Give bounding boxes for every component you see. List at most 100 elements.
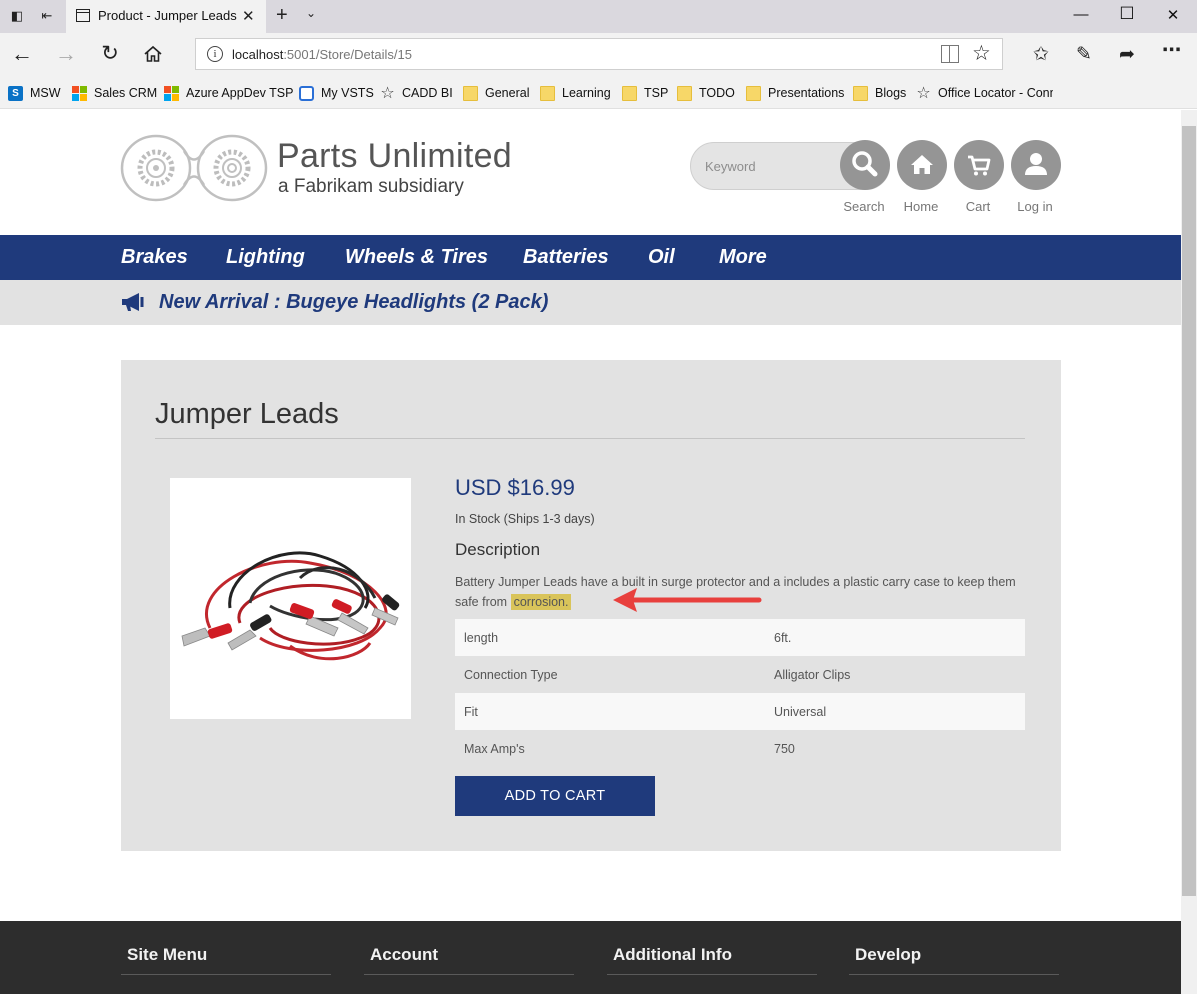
search-button[interactable] xyxy=(840,140,890,190)
folder-icon xyxy=(677,85,692,101)
cart-button[interactable] xyxy=(954,140,1004,190)
add-to-cart-button[interactable]: ADD TO CART xyxy=(455,776,655,816)
user-icon xyxy=(1025,153,1047,175)
spec-row: Fit Universal xyxy=(455,693,1025,730)
home-nav-icon[interactable] xyxy=(141,42,165,66)
spec-table: length 6ft. Connection Type Alligator Cl… xyxy=(455,619,1025,767)
close-window-icon[interactable]: ✕ xyxy=(1158,6,1188,24)
address-bar[interactable]: i localhost:5001/Store/Details/15 ☆ xyxy=(195,38,1003,70)
set-tabs-aside-icon[interactable]: ⇤ xyxy=(39,8,55,24)
favorite-star-icon[interactable]: ☆ xyxy=(972,41,991,66)
favorite-folder-presentations[interactable]: Presentations xyxy=(746,84,844,102)
favorite-folder-tsp[interactable]: TSP xyxy=(622,84,668,102)
nav-brakes[interactable]: Brakes xyxy=(121,246,188,269)
site-info-icon[interactable]: i xyxy=(207,46,223,62)
search-input[interactable] xyxy=(703,155,833,177)
footer-heading-account: Account xyxy=(370,945,438,964)
footer-column: Develop xyxy=(849,945,1059,975)
close-tab-icon[interactable]: ✕ xyxy=(242,7,255,25)
spec-value: 6ft. xyxy=(765,619,1025,656)
favorites-hub-icon[interactable]: ✩ xyxy=(1033,43,1049,66)
folder-icon xyxy=(746,85,761,101)
spec-row: Connection Type Alligator Clips xyxy=(455,656,1025,693)
jumper-cables-image xyxy=(181,551,400,661)
favorite-my-vsts[interactable]: My VSTS xyxy=(299,84,374,102)
spec-key: length xyxy=(455,619,765,656)
footer-divider xyxy=(607,974,817,975)
nav-oil[interactable]: Oil xyxy=(648,246,675,269)
more-menu-icon[interactable]: ⋯ xyxy=(1162,39,1181,62)
login-label[interactable]: Log in xyxy=(1005,199,1065,214)
folder-icon xyxy=(463,85,478,101)
cart-label[interactable]: Cart xyxy=(948,199,1008,214)
highlighted-word: corrosion. xyxy=(510,594,572,610)
scrollbar-thumb[interactable] xyxy=(1182,126,1196,896)
red-annotation-arrow-icon xyxy=(613,588,762,612)
search-label[interactable]: Search xyxy=(834,199,894,214)
page-scrollbar[interactable] xyxy=(1181,110,1197,994)
favorite-folder-todo[interactable]: TODO xyxy=(677,84,735,102)
description-heading: Description xyxy=(455,540,541,559)
footer-divider xyxy=(849,974,1059,975)
nav-more[interactable]: More xyxy=(719,246,767,269)
refresh-icon[interactable]: ↻ xyxy=(98,42,122,66)
home-label[interactable]: Home xyxy=(891,199,951,214)
favorite-folder-blogs[interactable]: Blogs xyxy=(853,84,906,102)
favorites-bar: S MSW Sales CRM Azure AppDev TSP My VSTS … xyxy=(0,76,1197,109)
cart-icon xyxy=(968,155,991,176)
product-image xyxy=(170,478,411,719)
tab-actions-icon[interactable]: ◧ xyxy=(9,8,25,24)
url-text[interactable]: localhost:5001/Store/Details/15 xyxy=(232,47,412,62)
spec-value: 750 xyxy=(774,741,795,756)
folder-icon xyxy=(853,85,868,101)
browser-titlebar: ◧ ⇤ Product - Jumper Leads ✕ + ⌄ — ☐ ✕ xyxy=(0,0,1197,33)
megaphone-icon xyxy=(122,293,144,311)
favorite-cadd-bi[interactable]: ☆ CADD BI xyxy=(380,84,452,102)
page-icon xyxy=(76,9,90,22)
category-nav: Brakes Lighting Wheels & Tires Batteries… xyxy=(0,235,1181,280)
maximize-icon[interactable]: ☐ xyxy=(1112,4,1142,24)
sharepoint-icon: S xyxy=(8,85,23,101)
parts-unlimited-logo-icon[interactable] xyxy=(120,133,270,203)
site-footer: Site Menu Account Additional Info Develo… xyxy=(0,921,1181,994)
tab-preview-chevron-icon[interactable]: ⌄ xyxy=(306,6,316,20)
browser-toolbar: ← → ↻ i localhost:5001/Store/Details/15 … xyxy=(0,33,1197,76)
stock-status: In Stock (Ships 1-3 days) xyxy=(455,512,595,526)
spec-key: Connection Type xyxy=(464,667,558,682)
minimize-icon[interactable]: — xyxy=(1066,6,1096,23)
back-arrow-icon[interactable]: ← xyxy=(10,42,34,66)
spec-row: length 6ft. xyxy=(455,619,1025,656)
browser-tab-active[interactable]: Product - Jumper Leads ✕ xyxy=(66,0,266,33)
folder-icon xyxy=(540,85,555,101)
new-arrival-link[interactable]: New Arrival : Bugeye Headlights (2 Pack) xyxy=(159,291,548,314)
home-button[interactable] xyxy=(897,140,947,190)
new-tab-icon[interactable]: + xyxy=(276,4,288,27)
favorite-folder-learning[interactable]: Learning xyxy=(540,84,611,102)
microsoft-logo-icon xyxy=(164,85,179,101)
favorite-azure-appdev-tsp[interactable]: Azure AppDev TSP xyxy=(164,84,293,102)
nav-batteries[interactable]: Batteries xyxy=(523,246,609,269)
share-icon[interactable]: ➦ xyxy=(1119,43,1135,66)
favorite-office-locator[interactable]: ☆ Office Locator - Conn xyxy=(916,84,1053,102)
footer-heading-develop: Develop xyxy=(855,945,922,964)
favorite-sales-crm[interactable]: Sales CRM xyxy=(72,84,157,102)
login-button[interactable] xyxy=(1011,140,1061,190)
reading-view-icon[interactable] xyxy=(941,45,959,63)
footer-column: Site Menu xyxy=(121,945,331,975)
forward-arrow-icon[interactable]: → xyxy=(54,42,78,66)
footer-column: Additional Info xyxy=(607,945,817,975)
product-panel: Jumper Leads USD $16.99 In Stock (Ships … xyxy=(121,360,1061,851)
brand-title[interactable]: Parts Unlimited xyxy=(277,137,512,176)
nav-wheels-tires[interactable]: Wheels & Tires xyxy=(345,246,488,269)
footer-column: Account xyxy=(364,945,574,975)
star-icon: ☆ xyxy=(380,84,395,102)
nav-lighting[interactable]: Lighting xyxy=(226,246,305,269)
product-title: Jumper Leads xyxy=(155,398,339,430)
favorite-folder-general[interactable]: General xyxy=(463,84,529,102)
tab-title: Product - Jumper Leads xyxy=(98,8,237,23)
favorite-msw[interactable]: S MSW xyxy=(8,84,61,102)
web-note-pen-icon[interactable]: ✎ xyxy=(1076,43,1092,66)
footer-heading-site-menu: Site Menu xyxy=(127,945,208,964)
announcement-bar: New Arrival : Bugeye Headlights (2 Pack) xyxy=(0,280,1181,325)
footer-divider xyxy=(364,974,574,975)
